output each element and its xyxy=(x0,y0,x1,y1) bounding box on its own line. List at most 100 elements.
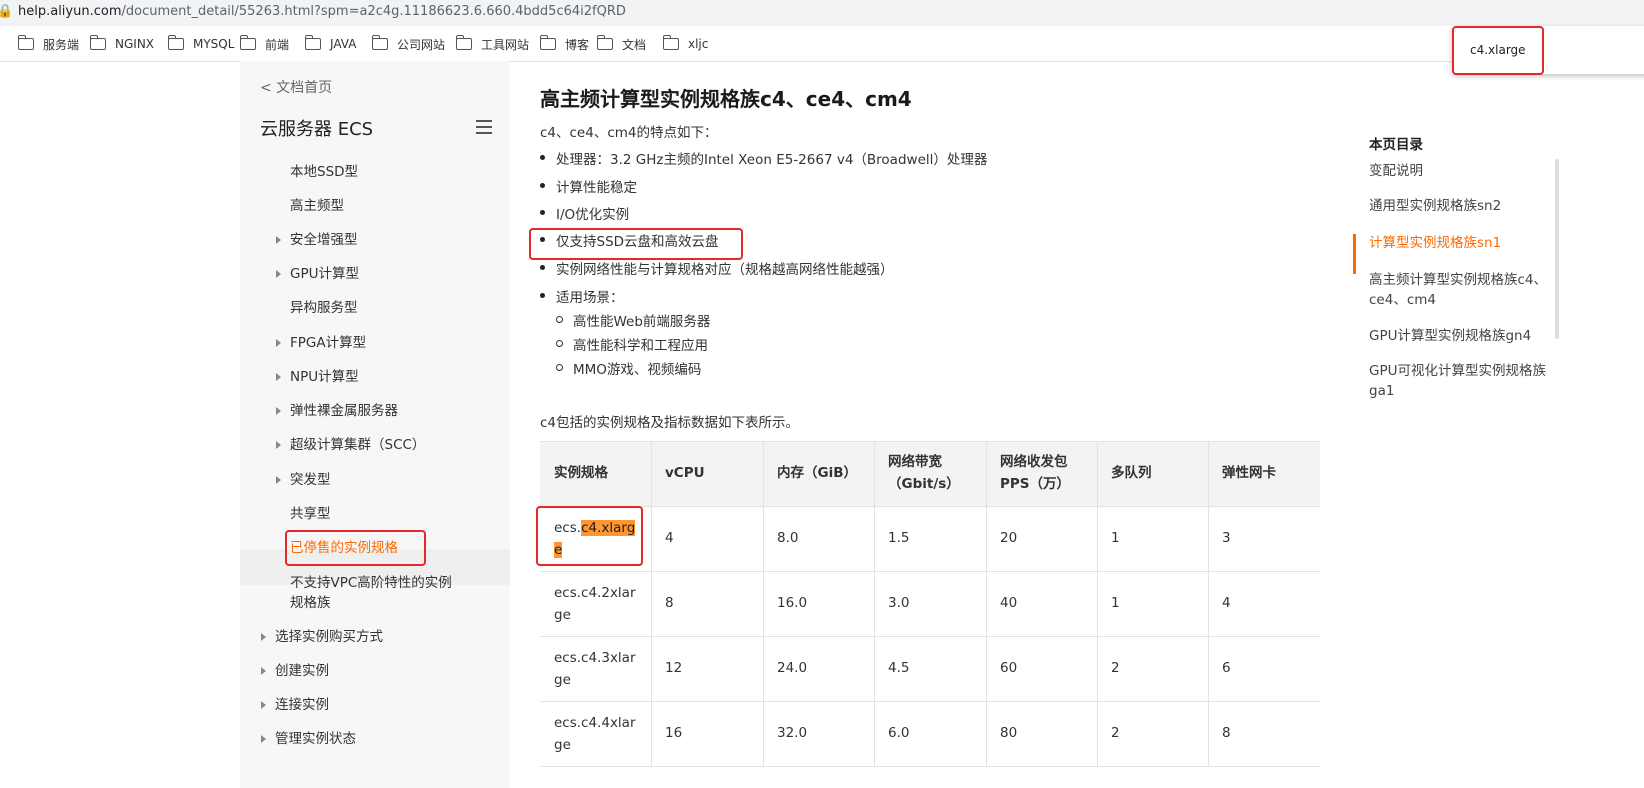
sidebar-item[interactable]: 安全增强型 xyxy=(290,230,358,250)
sidebar-item-label: 连接实例 xyxy=(275,697,329,713)
sidebar-item[interactable]: 共享型 xyxy=(290,504,331,524)
bookmark-item[interactable]: xljc xyxy=(663,35,708,52)
table-cell-spec: ecs.c4.4xlar ge xyxy=(554,712,636,756)
bookmark-item[interactable]: 前端 xyxy=(240,35,289,52)
address-bar[interactable]: 🔒 help.aliyun.com/document_detail/55263.… xyxy=(0,0,1644,26)
folder-icon xyxy=(240,35,256,50)
table-cell: 4 xyxy=(665,530,674,546)
bookmark-item[interactable]: NGINX xyxy=(90,35,154,52)
bullet-dot xyxy=(540,293,545,298)
expand-caret-icon[interactable] xyxy=(276,373,281,381)
expand-caret-icon[interactable] xyxy=(261,667,266,675)
toc-item-label: ce4、cm4 xyxy=(1369,292,1436,308)
toc-item[interactable]: GPU可视化计算型实例规格族 ga1 xyxy=(1369,361,1554,401)
sidebar-item-label: 管理实例状态 xyxy=(275,731,356,747)
bookmark-item[interactable]: 工具网站 xyxy=(456,35,530,52)
toc-item[interactable]: 变配说明 xyxy=(1369,161,1554,181)
table-cell: 60 xyxy=(1000,660,1018,676)
table-cell: 1 xyxy=(1111,595,1120,611)
expand-caret-icon[interactable] xyxy=(261,735,266,743)
table-header-cell: 网络收发包 PPS（万） xyxy=(1000,451,1070,495)
url-text[interactable]: help.aliyun.com/document_detail/55263.ht… xyxy=(18,4,626,19)
spec-text: ge xyxy=(554,672,571,688)
table-row-divider xyxy=(540,701,1320,702)
back-to-docs-link[interactable]: < 文档首页 xyxy=(260,77,332,97)
toc-scrollbar[interactable] xyxy=(1555,159,1559,339)
sidebar-item-label: FPGA计算型 xyxy=(290,335,367,351)
expand-caret-icon[interactable] xyxy=(261,633,266,641)
sidebar-item[interactable]: 超级计算集群（SCC） xyxy=(290,435,425,455)
highlight-box-find xyxy=(1452,26,1544,75)
expand-caret-icon[interactable] xyxy=(276,407,281,415)
toc-item-label: 变配说明 xyxy=(1369,163,1423,179)
expand-caret-icon[interactable] xyxy=(261,701,266,709)
expand-caret-icon[interactable] xyxy=(276,441,281,449)
table-header-cell: 网络带宽 （Gbit/s） xyxy=(888,451,960,495)
header-text: vCPU xyxy=(665,465,705,481)
bullet-ring xyxy=(556,340,563,347)
expand-caret-icon[interactable] xyxy=(276,476,281,484)
table-column-divider xyxy=(651,441,652,766)
table-cell: 1 xyxy=(1111,530,1120,546)
sidebar: < 文档首页 云服务器 ECS 本地SSD型 高主频型 安全增强型 GPU计算型 异构服… xyxy=(240,61,510,788)
sidebar-item[interactable]: 创建实例 xyxy=(275,661,329,681)
sidebar-item-label: 创建实例 xyxy=(275,663,329,679)
bullet-dot xyxy=(540,183,545,188)
table-cell: 8 xyxy=(1222,725,1231,741)
expand-caret-icon[interactable] xyxy=(276,270,281,278)
bullet-dot xyxy=(540,265,545,270)
sidebar-item[interactable]: 管理实例状态 xyxy=(275,729,356,749)
table-cell: 3 xyxy=(1222,530,1231,546)
bookmark-label: 文档 xyxy=(622,37,647,52)
sidebar-item[interactable]: FPGA计算型 xyxy=(290,333,366,353)
toc-item[interactable]: GPU计算型实例规格族gn4 xyxy=(1369,326,1554,346)
bookmark-label: JAVA xyxy=(330,37,357,51)
bookmark-bar: 服务端 NGINX MYSQL 前端 JAVA 公司网站 工具网站 博客 文档 xljc xyxy=(0,26,1644,62)
bookmark-label: 工具网站 xyxy=(481,37,530,52)
sidebar-item[interactable]: 高主频型 xyxy=(290,196,344,216)
spec-text: ecs.c4.2xlar xyxy=(554,585,636,601)
sidebar-item[interactable]: 选择实例购买方式 xyxy=(275,627,383,647)
bookmark-item[interactable]: 服务端 xyxy=(18,35,79,52)
sidebar-item[interactable]: 异构服务型 xyxy=(290,298,358,318)
toc-title: 本页目录 xyxy=(1369,137,1423,153)
sidebar-item[interactable]: 不支持VPC高阶特性的实例 规格族 xyxy=(290,573,452,613)
expand-caret-icon[interactable] xyxy=(276,236,281,244)
header-text: 内存（GiB） xyxy=(777,465,857,481)
bookmark-item[interactable]: 博客 xyxy=(540,35,590,52)
bookmark-item[interactable]: MYSQL xyxy=(168,35,234,52)
sidebar-item[interactable]: NPU计算型 xyxy=(290,367,359,387)
toc-item[interactable]: 通用型实例规格族sn2 xyxy=(1369,196,1554,216)
bookmark-label: 博客 xyxy=(565,37,590,52)
scenario-item: MMO游戏、视频编码 xyxy=(573,362,702,378)
bookmark-item[interactable]: 公司网站 xyxy=(372,35,445,52)
folder-icon xyxy=(372,35,388,50)
url-path: /document_detail/55263.html?spm=a2c4g.11… xyxy=(121,4,626,19)
header-text: 多队列 xyxy=(1111,465,1152,481)
bullet-ring xyxy=(556,364,563,371)
sidebar-item-label: 超级计算集群（SCC） xyxy=(290,437,426,453)
scenario-item: 高性能Web前端服务器 xyxy=(573,314,711,330)
table-cell-spec: ecs.c4.3xlar ge xyxy=(554,647,636,691)
table-cell: 16 xyxy=(665,725,683,741)
table-row-divider xyxy=(540,506,1320,507)
table-cell: 8 xyxy=(665,595,674,611)
table-cell: 1.5 xyxy=(888,530,910,546)
expand-caret-icon[interactable] xyxy=(276,339,281,347)
table-cell: 2 xyxy=(1111,725,1120,741)
spec-text: ge xyxy=(554,607,571,623)
bookmark-item[interactable]: JAVA xyxy=(305,35,357,52)
bookmark-item[interactable]: 文档 xyxy=(597,35,647,52)
toc-item[interactable]: 计算型实例规格族sn1 xyxy=(1369,233,1554,253)
sidebar-item[interactable]: 连接实例 xyxy=(275,695,329,715)
table-cell: 6 xyxy=(1222,660,1231,676)
toc-item[interactable]: 高主频计算型实例规格族c4、 ce4、cm4 xyxy=(1369,270,1554,310)
table-column-divider xyxy=(1208,441,1209,766)
feature-item: I/O优化实例 xyxy=(556,207,630,223)
table-header-cell: 多队列 xyxy=(1111,462,1152,484)
sidebar-item[interactable]: 本地SSD型 xyxy=(290,162,358,182)
sidebar-item[interactable]: 突发型 xyxy=(290,470,331,490)
sidebar-item[interactable]: 弹性裸金属服务器 xyxy=(290,401,398,421)
sidebar-item[interactable]: GPU计算型 xyxy=(290,264,359,284)
menu-icon[interactable] xyxy=(476,120,492,134)
